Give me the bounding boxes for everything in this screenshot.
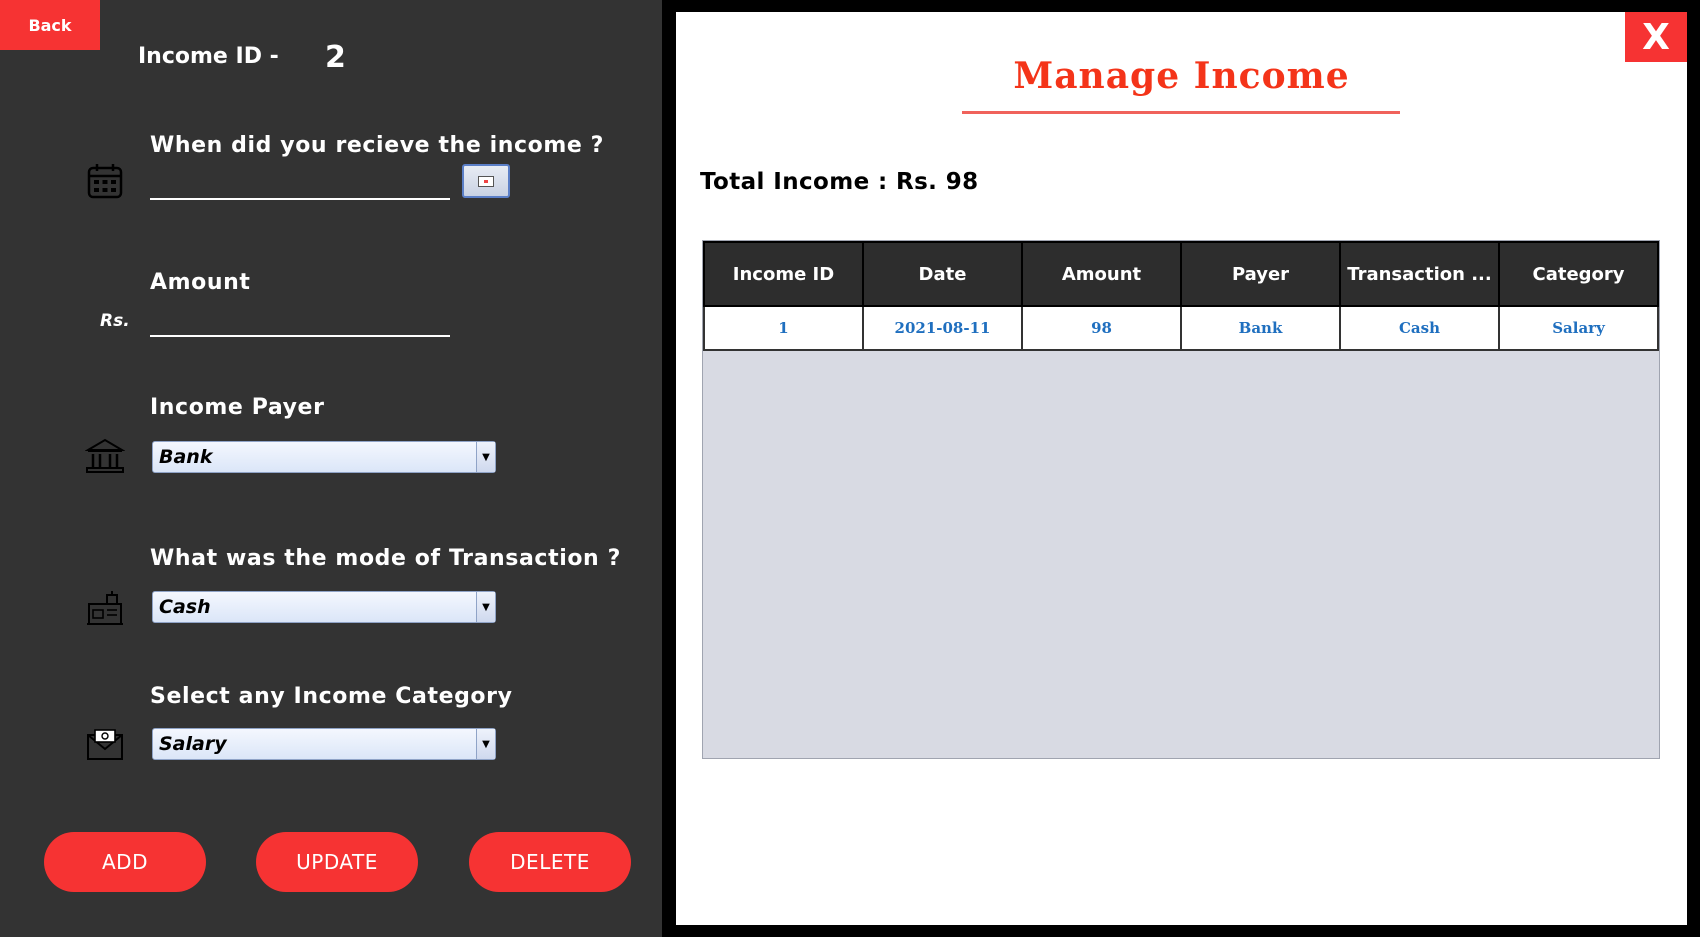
income-table-container[interactable]: Income ID Date Amount Payer Transaction … [702, 240, 1660, 759]
table-header-row: Income ID Date Amount Payer Transaction … [703, 241, 1659, 307]
payer-label: Income Payer [150, 395, 325, 420]
date-picker-button[interactable] [462, 164, 510, 198]
table-cell: Salary [1498, 305, 1659, 351]
column-header[interactable]: Category [1498, 241, 1659, 307]
income-table: Income ID Date Amount Payer Transaction … [703, 241, 1659, 351]
date-picker-icon [478, 175, 494, 187]
delete-button[interactable]: DELETE [469, 832, 631, 892]
chevron-down-icon[interactable]: ▼ [476, 442, 495, 472]
page-title: Manage Income [1013, 55, 1350, 97]
chevron-down-icon[interactable]: ▼ [476, 592, 495, 622]
bank-icon [85, 438, 125, 473]
total-income: Total Income : Rs. 98 [700, 169, 979, 195]
table-row[interactable]: 1 2021-08-11 98 Bank Cash Salary [703, 305, 1659, 351]
table-cell: 1 [703, 305, 864, 351]
cash-register-icon [87, 591, 123, 625]
column-header[interactable]: Income ID [703, 241, 864, 307]
envelope-icon [87, 729, 123, 760]
table-cell: 2021-08-11 [862, 305, 1023, 351]
date-question-label: When did you recieve the income ? [150, 133, 605, 158]
chevron-down-icon[interactable]: ▼ [476, 729, 495, 759]
amount-label: Amount [150, 270, 251, 295]
back-button[interactable]: Back [0, 0, 100, 50]
manage-panel: X Manage Income Total Income : Rs. 98 In… [676, 12, 1687, 925]
currency-prefix: Rs. [100, 311, 130, 331]
table-cell: Bank [1180, 305, 1341, 351]
column-header[interactable]: Transaction ... [1339, 241, 1500, 307]
mode-label: What was the mode of Transaction ? [150, 546, 621, 571]
category-label: Select any Income Category [150, 684, 513, 709]
payer-selected-value: Bank [159, 446, 213, 468]
payer-select[interactable]: Bank ▼ [152, 441, 496, 473]
column-header[interactable]: Payer [1180, 241, 1341, 307]
amount-input[interactable] [150, 305, 450, 337]
table-cell: Cash [1339, 305, 1500, 351]
title-underline [962, 111, 1400, 114]
form-panel: Back Income ID - 2 When did you recieve … [0, 0, 662, 937]
column-header[interactable]: Amount [1021, 241, 1182, 307]
income-id-label: Income ID - [138, 44, 279, 69]
income-id-value: 2 [325, 40, 346, 75]
date-input[interactable] [150, 168, 450, 200]
add-button[interactable]: ADD [44, 832, 206, 892]
mode-selected-value: Cash [159, 596, 211, 618]
calendar-icon [87, 164, 123, 199]
column-header[interactable]: Date [862, 241, 1023, 307]
category-select[interactable]: Salary ▼ [152, 728, 496, 760]
table-cell: 98 [1021, 305, 1182, 351]
update-button[interactable]: UPDATE [256, 832, 418, 892]
category-selected-value: Salary [159, 733, 227, 755]
mode-select[interactable]: Cash ▼ [152, 591, 496, 623]
